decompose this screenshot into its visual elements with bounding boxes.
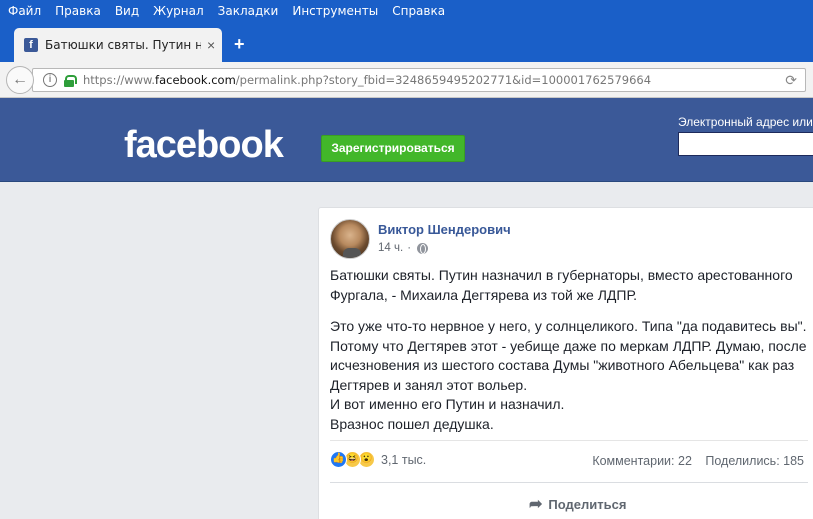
post-author[interactable]: Виктор Шендерович [378,222,511,237]
meta-separator: · [407,242,412,254]
info-icon[interactable]: i [43,73,57,87]
post-meta: 14 ч. · [378,242,429,254]
facebook-logo[interactable]: facebook [124,124,284,167]
like-reaction-icon: 👍 [330,451,347,468]
email-input[interactable] [678,132,813,156]
signup-button[interactable]: Зарегистрироваться [321,135,465,162]
post-paragraph: Батюшки святы. Путин назначил в губернат… [330,267,793,303]
comments-count[interactable]: Комментарии: 22 [592,454,692,468]
menu-edit[interactable]: Правка [55,4,101,18]
menu-bar: Файл Правка Вид Журнал Закладки Инструме… [0,0,813,22]
email-label: Электронный адрес или [678,115,813,129]
post-time[interactable]: 14 ч. [378,242,403,254]
url-domain: facebook.com [155,73,236,87]
divider [330,482,808,483]
globe-icon [417,242,429,254]
tab-title: Батюшки святы. Путин наз... [45,38,201,52]
menu-history[interactable]: Журнал [153,4,204,18]
close-tab-icon[interactable]: × [207,37,215,53]
share-button[interactable]: ➦ Поделиться [529,494,626,514]
back-button[interactable]: ← [6,66,34,94]
post-line: И вот именно его Путин и назначил. [330,396,565,412]
menu-bookmarks[interactable]: Закладки [218,4,279,18]
menu-help[interactable]: Справка [392,4,445,18]
facebook-header: facebook Зарегистрироваться Электронный … [0,98,813,182]
menu-tools[interactable]: Инструменты [292,4,378,18]
reload-icon[interactable]: ⟳ [785,72,797,89]
avatar[interactable] [330,219,370,259]
reactions-summary[interactable]: 👍 😆 😮 3,1 тыс. [330,451,426,468]
tab-strip: f Батюшки святы. Путин наз... × + [0,22,813,62]
menu-file[interactable]: Файл [8,4,41,18]
post-paragraph: Это уже что-то нервное у него, у солнцел… [330,318,807,393]
new-tab-button[interactable]: + [234,34,245,55]
reaction-count[interactable]: 3,1 тыс. [381,453,426,467]
shares-count[interactable]: Поделились: 185 [705,454,804,468]
post-card: Виктор Шендерович 14 ч. · Батюшки святы.… [318,207,813,519]
post-stats: Комментарии: 22 Поделились: 185 [592,454,804,468]
share-label: Поделиться [548,496,627,512]
menu-view[interactable]: Вид [115,4,139,18]
post-body: Батюшки святы. Путин назначил в губернат… [330,266,810,434]
post-line: Вразнос пошел дедушка. [330,415,494,432]
browser-tab[interactable]: f Батюшки святы. Путин наз... × [14,28,222,62]
lock-icon[interactable] [64,74,77,87]
divider [330,440,808,441]
url-text[interactable]: https://www.facebook.com/permalink.php?s… [83,73,651,87]
share-arrow-icon: ➦ [529,496,543,513]
address-bar[interactable]: i https://www.facebook.com/permalink.php… [32,68,806,92]
navigation-bar: i https://www.facebook.com/permalink.php… [0,62,813,98]
facebook-favicon-icon: f [24,38,38,52]
back-arrow-icon: ← [12,71,28,88]
